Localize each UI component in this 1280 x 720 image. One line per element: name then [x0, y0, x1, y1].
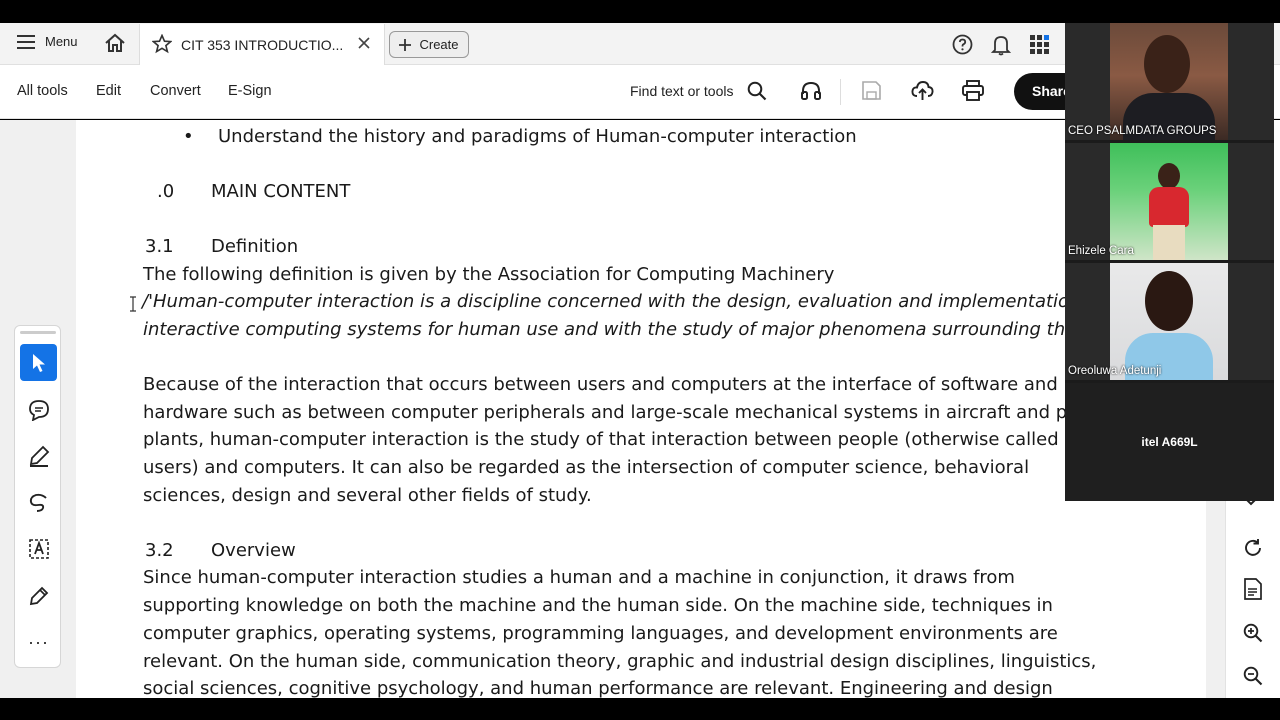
plus-icon — [399, 38, 412, 51]
draw-tool[interactable] — [20, 484, 57, 521]
notifications-button[interactable] — [991, 34, 1011, 56]
paragraph-1-line-2: hardware such as between computer periph… — [143, 402, 1112, 423]
help-button[interactable] — [952, 34, 973, 55]
participant-avatar — [1144, 35, 1190, 93]
bullet-dot: • — [183, 126, 194, 147]
close-tab-button[interactable] — [358, 37, 370, 49]
participant-name: Oreoluwa Adetunji — [1068, 365, 1162, 377]
zoom-in-button[interactable] — [1243, 623, 1263, 648]
toolbar-divider — [840, 79, 841, 105]
definition-intro: The following definition is given by the… — [143, 264, 835, 285]
home-icon — [105, 33, 125, 52]
panel-grip[interactable] — [20, 331, 56, 334]
text-cursor — [129, 296, 137, 312]
document-properties-button[interactable] — [1244, 578, 1262, 605]
menu-button[interactable]: Menu — [17, 34, 78, 49]
main-section-number: .0 — [157, 181, 175, 202]
participant-tile[interactable]: Oreoluwa Adetunji — [1065, 263, 1274, 380]
video-call-panel: CEO PSALMDATA GROUPS Ehizele Cara Oreolu… — [1065, 23, 1274, 501]
participant-tile[interactable]: CEO PSALMDATA GROUPS — [1065, 23, 1274, 140]
save-icon — [862, 81, 881, 100]
text-box-tool[interactable] — [20, 530, 57, 567]
paragraph-1-line-1: Because of the interaction that occurs b… — [143, 374, 1058, 395]
bottom-bar — [0, 698, 1280, 720]
all-tools-tab[interactable]: All tools — [17, 83, 68, 99]
refresh-icon — [1245, 539, 1261, 556]
select-icon — [32, 353, 45, 372]
upload-icon — [911, 81, 934, 100]
paragraph-2-line-1: Since human-computer interaction studies… — [143, 567, 1015, 588]
more-icon: ··· — [28, 632, 49, 652]
paragraph-1-line-5: sciences, design and several other field… — [143, 485, 592, 506]
close-icon — [358, 37, 370, 49]
main-section-heading: MAIN CONTENT — [211, 181, 351, 202]
section-3-1-number: 3.1 — [145, 236, 174, 257]
doc-info-icon — [1244, 578, 1262, 600]
find-button[interactable] — [747, 81, 767, 101]
paragraph-1-line-4: users) and computers. It can also be reg… — [143, 457, 1030, 478]
convert-tab[interactable]: Convert — [150, 83, 201, 99]
refresh-button[interactable] — [1243, 538, 1263, 563]
section-3-2-number: 3.2 — [145, 540, 174, 561]
sign-tool[interactable] — [20, 577, 57, 614]
help-icon — [952, 34, 973, 55]
menu-label: Menu — [45, 34, 78, 49]
paragraph-2-line-2: supporting knowledge on both the machine… — [143, 595, 1053, 616]
read-aloud-button[interactable] — [800, 81, 822, 101]
bullet-text: Understand the history and paradigms of … — [218, 126, 857, 147]
participant-name: itel A669L — [1141, 435, 1198, 449]
section-3-1-title: Definition — [211, 236, 299, 257]
upload-button[interactable] — [911, 80, 934, 101]
textbox-icon — [28, 538, 49, 559]
participant-legs — [1153, 225, 1185, 260]
highlight-icon — [29, 445, 49, 467]
star-icon — [152, 34, 172, 54]
edit-tab[interactable]: Edit — [96, 83, 121, 99]
paragraph-2-line-4: relevant. On the human side, communicati… — [143, 651, 1097, 672]
tab-title: CIT 353 INTRODUCTIO... — [181, 37, 344, 53]
apps-button[interactable] — [1030, 35, 1049, 54]
favorite-button[interactable] — [152, 34, 172, 54]
i-beam-cursor-icon — [130, 296, 136, 312]
draw-icon — [29, 493, 47, 512]
participant-tile[interactable]: Ehizele Cara — [1065, 143, 1274, 260]
esign-tab[interactable]: E-Sign — [228, 83, 272, 99]
participant-name: CEO PSALMDATA GROUPS — [1068, 125, 1217, 137]
sign-icon — [29, 586, 48, 605]
bell-icon — [991, 36, 1011, 56]
print-icon — [962, 80, 984, 101]
select-tool[interactable] — [20, 344, 57, 381]
create-button[interactable]: Create — [389, 31, 469, 58]
participant-avatar — [1158, 163, 1180, 189]
definition-quote-line-2: interactive computing systems for human … — [143, 319, 1105, 340]
quick-tools-panel: ··· — [14, 325, 61, 668]
participant-body — [1149, 187, 1189, 227]
participant-name: Ehizele Cara — [1068, 245, 1134, 257]
headphones-icon — [801, 81, 821, 100]
zoom-in-icon — [1243, 623, 1263, 643]
home-button[interactable] — [104, 33, 126, 53]
paragraph-1-line-3: plants, human-computer interaction is th… — [143, 429, 1059, 450]
print-button[interactable] — [962, 80, 984, 101]
paragraph-2-line-5: social sciences, cognitive psychology, a… — [143, 678, 1053, 699]
search-icon — [747, 81, 767, 101]
create-label: Create — [419, 37, 459, 52]
more-tools-button[interactable]: ··· — [20, 624, 57, 661]
comment-icon — [28, 399, 49, 421]
participant-tile[interactable]: itel A669L — [1065, 383, 1274, 501]
save-button[interactable] — [862, 81, 881, 100]
definition-quote-line-1: /'Human-computer interaction is a discip… — [142, 291, 1104, 312]
find-label[interactable]: Find text or tools — [630, 83, 734, 99]
comment-tool[interactable] — [20, 391, 57, 428]
zoom-out-button[interactable] — [1243, 666, 1263, 691]
zoom-out-icon — [1243, 666, 1263, 686]
highlight-tool[interactable] — [20, 437, 57, 474]
apps-icon — [1030, 35, 1049, 54]
hamburger-icon — [17, 34, 35, 49]
section-3-2-title: Overview — [211, 540, 296, 561]
participant-avatar — [1145, 271, 1193, 331]
paragraph-2-line-3: computer graphics, operating systems, pr… — [143, 623, 1058, 644]
